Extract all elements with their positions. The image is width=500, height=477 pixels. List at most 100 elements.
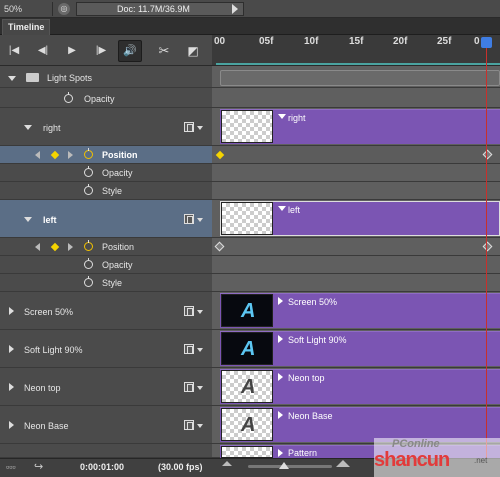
property-name: Style (102, 186, 123, 196)
clip-menu-icon[interactable] (278, 206, 286, 211)
expand-triangle-icon[interactable] (9, 383, 14, 391)
clip-thumbnail (221, 446, 273, 458)
filmstrip-menu-icon[interactable] (184, 382, 194, 392)
zoom-out-icon[interactable] (222, 461, 232, 466)
clip-label: Soft Light 90% (288, 335, 347, 345)
clip-thumbnail (221, 110, 273, 143)
work-area-bar[interactable] (216, 63, 500, 65)
outline-a-image: A (241, 376, 256, 398)
watermark-text: .net (474, 456, 488, 465)
property-name: Position (102, 150, 138, 160)
transition-icon[interactable]: ◩ (185, 43, 201, 59)
ruler-tick: 00 (214, 36, 226, 47)
stopwatch-icon[interactable] (64, 92, 73, 103)
expand-triangle-icon[interactable] (9, 421, 14, 429)
clip-menu-icon[interactable] (278, 114, 286, 119)
track-row (212, 274, 500, 292)
clip-label: Neon top (288, 373, 325, 383)
expand-triangle-icon[interactable] (9, 307, 14, 315)
clip-thumbnail (221, 202, 273, 235)
track-row (212, 238, 500, 256)
menu-arrow-icon[interactable] (197, 424, 203, 428)
clip-menu-icon[interactable] (278, 449, 283, 457)
zoom-slider-thumb[interactable] (279, 462, 289, 469)
collapse-triangle-icon[interactable] (24, 217, 32, 222)
stopwatch-icon[interactable] (84, 148, 93, 159)
property-name: Position (102, 242, 135, 252)
ruler-tick: 15f (349, 36, 364, 47)
ruler-tick: 25f (437, 36, 452, 47)
filmstrip-menu-icon[interactable] (184, 344, 194, 354)
clip-menu-icon[interactable] (278, 297, 283, 305)
playhead-handle[interactable] (481, 37, 492, 48)
stopwatch-icon[interactable] (84, 258, 93, 269)
neon-a-image: A (241, 338, 256, 360)
watermark-text: shancun (374, 449, 450, 471)
track-row (212, 256, 500, 274)
clip-menu-icon[interactable] (278, 373, 283, 381)
doc-menu-arrow-icon[interactable] (232, 4, 238, 14)
zoom-level[interactable]: 50% (4, 3, 52, 15)
export-arrow-icon[interactable]: ↪ (34, 460, 43, 473)
stopwatch-icon[interactable] (84, 240, 93, 251)
collapse-triangle-icon[interactable] (24, 125, 32, 130)
stopwatch-icon[interactable] (84, 184, 93, 195)
next-keyframe-icon[interactable] (68, 243, 73, 251)
ruler-tick: 0 (474, 36, 480, 47)
layer-name: left (43, 215, 57, 225)
next-frame-icon[interactable]: |▶ (93, 43, 109, 59)
timeline-zoom-slider[interactable] (248, 465, 332, 468)
tab-timeline[interactable]: Timeline (2, 19, 50, 35)
clip-menu-icon[interactable] (278, 411, 283, 419)
layer-name: Neon Base (24, 421, 69, 431)
stopwatch-icon[interactable] (84, 276, 93, 287)
panel-tab-bar (0, 18, 500, 35)
clip-label: left (288, 205, 301, 215)
divider (52, 2, 53, 16)
folder-icon (26, 73, 39, 82)
menu-arrow-icon[interactable] (197, 310, 203, 314)
layer-name: Light Spots (47, 73, 93, 83)
zoom-in-icon[interactable] (336, 460, 350, 467)
track-row (212, 146, 500, 164)
audio-toggle-icon[interactable]: 🔊 (118, 40, 142, 62)
track-row (212, 88, 500, 108)
layer-name: Neon top (24, 383, 61, 393)
previous-keyframe-icon[interactable] (35, 151, 40, 159)
property-name: Opacity (102, 168, 133, 178)
filmstrip-menu-icon[interactable] (184, 214, 194, 224)
filmstrip-menu-icon[interactable] (184, 420, 194, 430)
layer-name: right (43, 123, 61, 133)
ruler-tick: 10f (304, 36, 319, 47)
layer-row[interactable] (0, 444, 212, 458)
split-scissors-icon[interactable]: ✂ (156, 43, 172, 59)
outline-a-image: A (241, 414, 256, 436)
track-row (212, 164, 500, 182)
track-row (212, 182, 500, 200)
property-name: Opacity (84, 94, 115, 104)
menu-arrow-icon[interactable] (197, 218, 203, 222)
play-icon[interactable]: ▶ (64, 43, 80, 59)
previous-frame-icon[interactable]: ◀| (35, 43, 51, 59)
property-name: Style (102, 278, 123, 288)
expand-triangle-icon[interactable] (9, 345, 14, 353)
menu-arrow-icon[interactable] (197, 348, 203, 352)
next-keyframe-icon[interactable] (68, 151, 73, 159)
stopwatch-icon[interactable] (84, 166, 93, 177)
go-to-first-frame-icon[interactable]: |◀ (6, 43, 22, 59)
filmstrip-menu-icon[interactable] (184, 122, 194, 132)
collapse-triangle-icon[interactable] (8, 76, 16, 81)
document-info-icon[interactable]: ◎ (58, 3, 70, 15)
filmstrip-menu-icon[interactable] (184, 306, 194, 316)
clip-label: Pattern (288, 448, 318, 458)
group-clip[interactable] (220, 70, 500, 86)
clip-label: Screen 50% (288, 297, 338, 307)
previous-keyframe-icon[interactable] (35, 243, 40, 251)
clip-menu-icon[interactable] (278, 335, 283, 343)
ruler-tick: 05f (259, 36, 274, 47)
doc-size-text: Doc: 11.7M/36.9M (117, 4, 190, 14)
menu-arrow-icon[interactable] (197, 126, 203, 130)
render-frames-icon[interactable]: ▫▫▫ (6, 462, 16, 472)
menu-arrow-icon[interactable] (197, 386, 203, 390)
layer-name: Soft Light 90% (24, 345, 83, 355)
